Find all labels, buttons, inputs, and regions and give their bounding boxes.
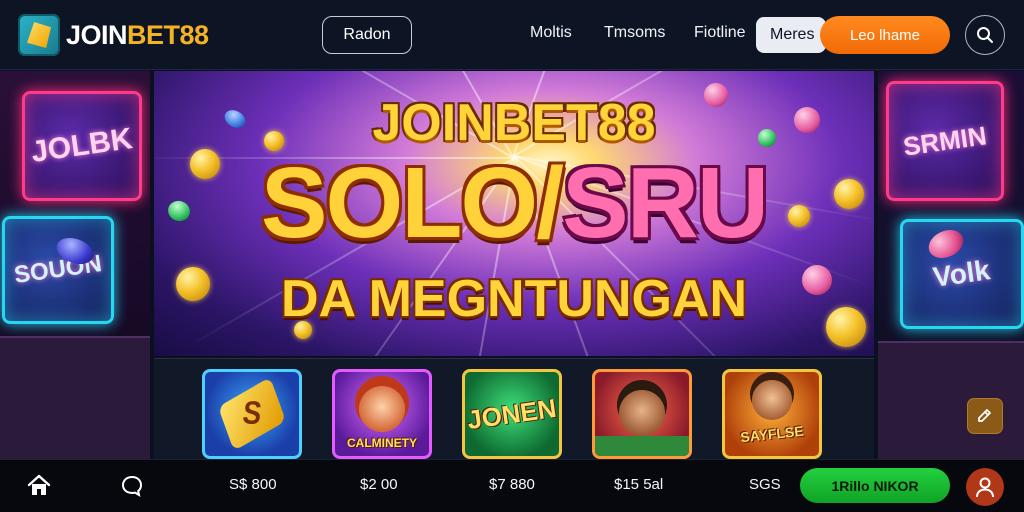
- joinbet88-logo[interactable]: JOINBET88: [18, 14, 209, 56]
- nav-pill[interactable]: Meres: [756, 17, 826, 53]
- game-tile-3-label: JONEN: [465, 392, 559, 435]
- chat-button[interactable]: [118, 472, 146, 500]
- banner-title-main-part1: SOLO/: [260, 147, 564, 259]
- nav-item-3[interactable]: Fiotline: [694, 24, 746, 42]
- game-tile-4[interactable]: [592, 369, 692, 459]
- banner-title-bottom: DA MEGNTUNGAN: [280, 270, 748, 328]
- bottom-nav-bar: S$ 800 $2 00 $7 880 $15 5al SGS 1Rillo N…: [0, 459, 1024, 512]
- logo-icon: [18, 14, 60, 56]
- left-arcade-panel: JOLBK SOUON: [0, 71, 150, 459]
- nav-item-1[interactable]: Moltis: [530, 24, 572, 42]
- game-tile-5-label: SAYFLSE: [739, 422, 805, 446]
- arcade-screen-left-bottom: SOUON: [2, 216, 114, 324]
- hero-banner[interactable]: JOINBET88 SOLO/SRU DA MEGNTUNGAN: [154, 71, 874, 356]
- game-tile-2-label: CALMINETY: [347, 436, 417, 450]
- game-tile-1[interactable]: S: [202, 369, 302, 459]
- character-portrait: [752, 380, 792, 420]
- logo-text-part2: BET88: [127, 19, 209, 50]
- search-icon: [977, 27, 993, 43]
- character-portrait: [619, 390, 665, 436]
- price-item-4[interactable]: $15 5al: [614, 476, 663, 493]
- price-item-1[interactable]: S$ 800: [229, 476, 277, 493]
- character-portrait: [359, 386, 405, 432]
- banner-title-top: JOINBET88: [372, 94, 656, 152]
- banner-title-main: SOLO/SRU: [154, 153, 874, 253]
- logo-text-part1: JOIN: [66, 19, 128, 50]
- game-tile-5[interactable]: SAYFLSE: [722, 369, 822, 459]
- arcade-screen-right-top: SRMIN: [886, 81, 1004, 201]
- home-icon: [27, 474, 51, 495]
- game-tile-2[interactable]: CALMINETY: [332, 369, 432, 459]
- arcade-sign-right-top: SRMIN: [901, 119, 989, 162]
- user-avatar-button[interactable]: [966, 468, 1004, 506]
- character-shirt: [595, 436, 689, 456]
- logo-text: JOINBET88: [66, 20, 209, 51]
- arcade-cabinet-left: [0, 336, 150, 459]
- banner-title-main-part2: SRU: [562, 147, 769, 259]
- price-item-5[interactable]: SGS: [749, 476, 781, 493]
- chat-bubble-icon: [121, 475, 143, 498]
- price-item-3[interactable]: $7 880: [489, 476, 535, 493]
- search-button[interactable]: [965, 15, 1005, 55]
- arcade-sign-left-top: JOLBK: [29, 122, 135, 169]
- game-tiles-strip: S CALMINETY JONEN SAYFLSE: [154, 358, 874, 459]
- arcade-screen-left-top: JOLBK: [22, 91, 142, 201]
- game-tile-1-label: S: [240, 395, 264, 432]
- green-action-button[interactable]: 1Rillo NIKOR: [800, 468, 950, 503]
- user-icon: [976, 477, 994, 498]
- edit-fab-button[interactable]: [967, 398, 1003, 434]
- price-item-2[interactable]: $2 00: [360, 476, 398, 493]
- arcade-cabinet-right: [878, 341, 1024, 459]
- top-header: JOINBET88 Radon Moltis Tmsoms Fiotline M…: [0, 0, 1024, 70]
- radon-button[interactable]: Radon: [322, 16, 412, 54]
- edit-icon: [978, 409, 991, 422]
- cta-orange-button[interactable]: Leo lhame: [820, 16, 950, 54]
- home-button[interactable]: [25, 472, 53, 500]
- game-tile-3[interactable]: JONEN: [462, 369, 562, 459]
- nav-item-2[interactable]: Tmsoms: [604, 24, 665, 42]
- game-emblem: S: [218, 377, 286, 451]
- arcade-sign-right-bottom: Volk: [931, 254, 993, 293]
